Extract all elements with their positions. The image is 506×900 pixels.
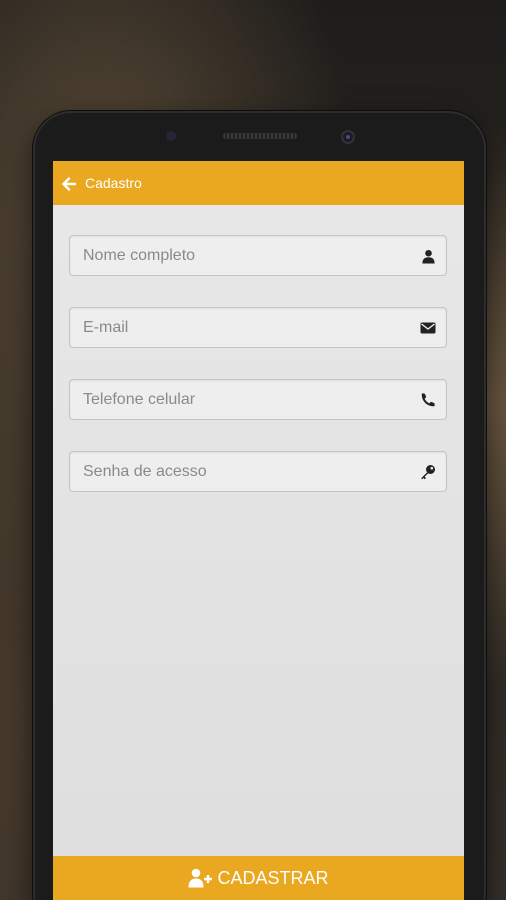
phone-icon (420, 392, 436, 408)
app-header: Cadastro (53, 161, 464, 205)
sensor-icon (166, 131, 176, 141)
register-button[interactable]: CADASTRAR (53, 856, 464, 900)
password-field[interactable] (69, 451, 447, 492)
phone-field[interactable] (69, 379, 447, 420)
user-plus-icon (188, 868, 214, 888)
arrow-left-icon[interactable] (62, 176, 77, 191)
envelope-icon (420, 320, 436, 336)
speaker-grille (223, 133, 297, 139)
phone-input[interactable] (70, 380, 446, 419)
password-input[interactable] (70, 452, 446, 491)
email-input[interactable] (70, 308, 446, 347)
page-title: Cadastro (85, 175, 142, 191)
register-button-label: CADASTRAR (217, 867, 329, 888)
email-field[interactable] (69, 307, 447, 348)
camera-icon (341, 130, 355, 144)
register-form (53, 205, 464, 492)
key-icon (420, 464, 436, 480)
name-field[interactable] (69, 235, 447, 276)
name-input[interactable] (70, 236, 446, 275)
app-screen: Cadastro Nome completo E-mail Telefone c… (53, 161, 464, 900)
user-icon (420, 248, 436, 264)
